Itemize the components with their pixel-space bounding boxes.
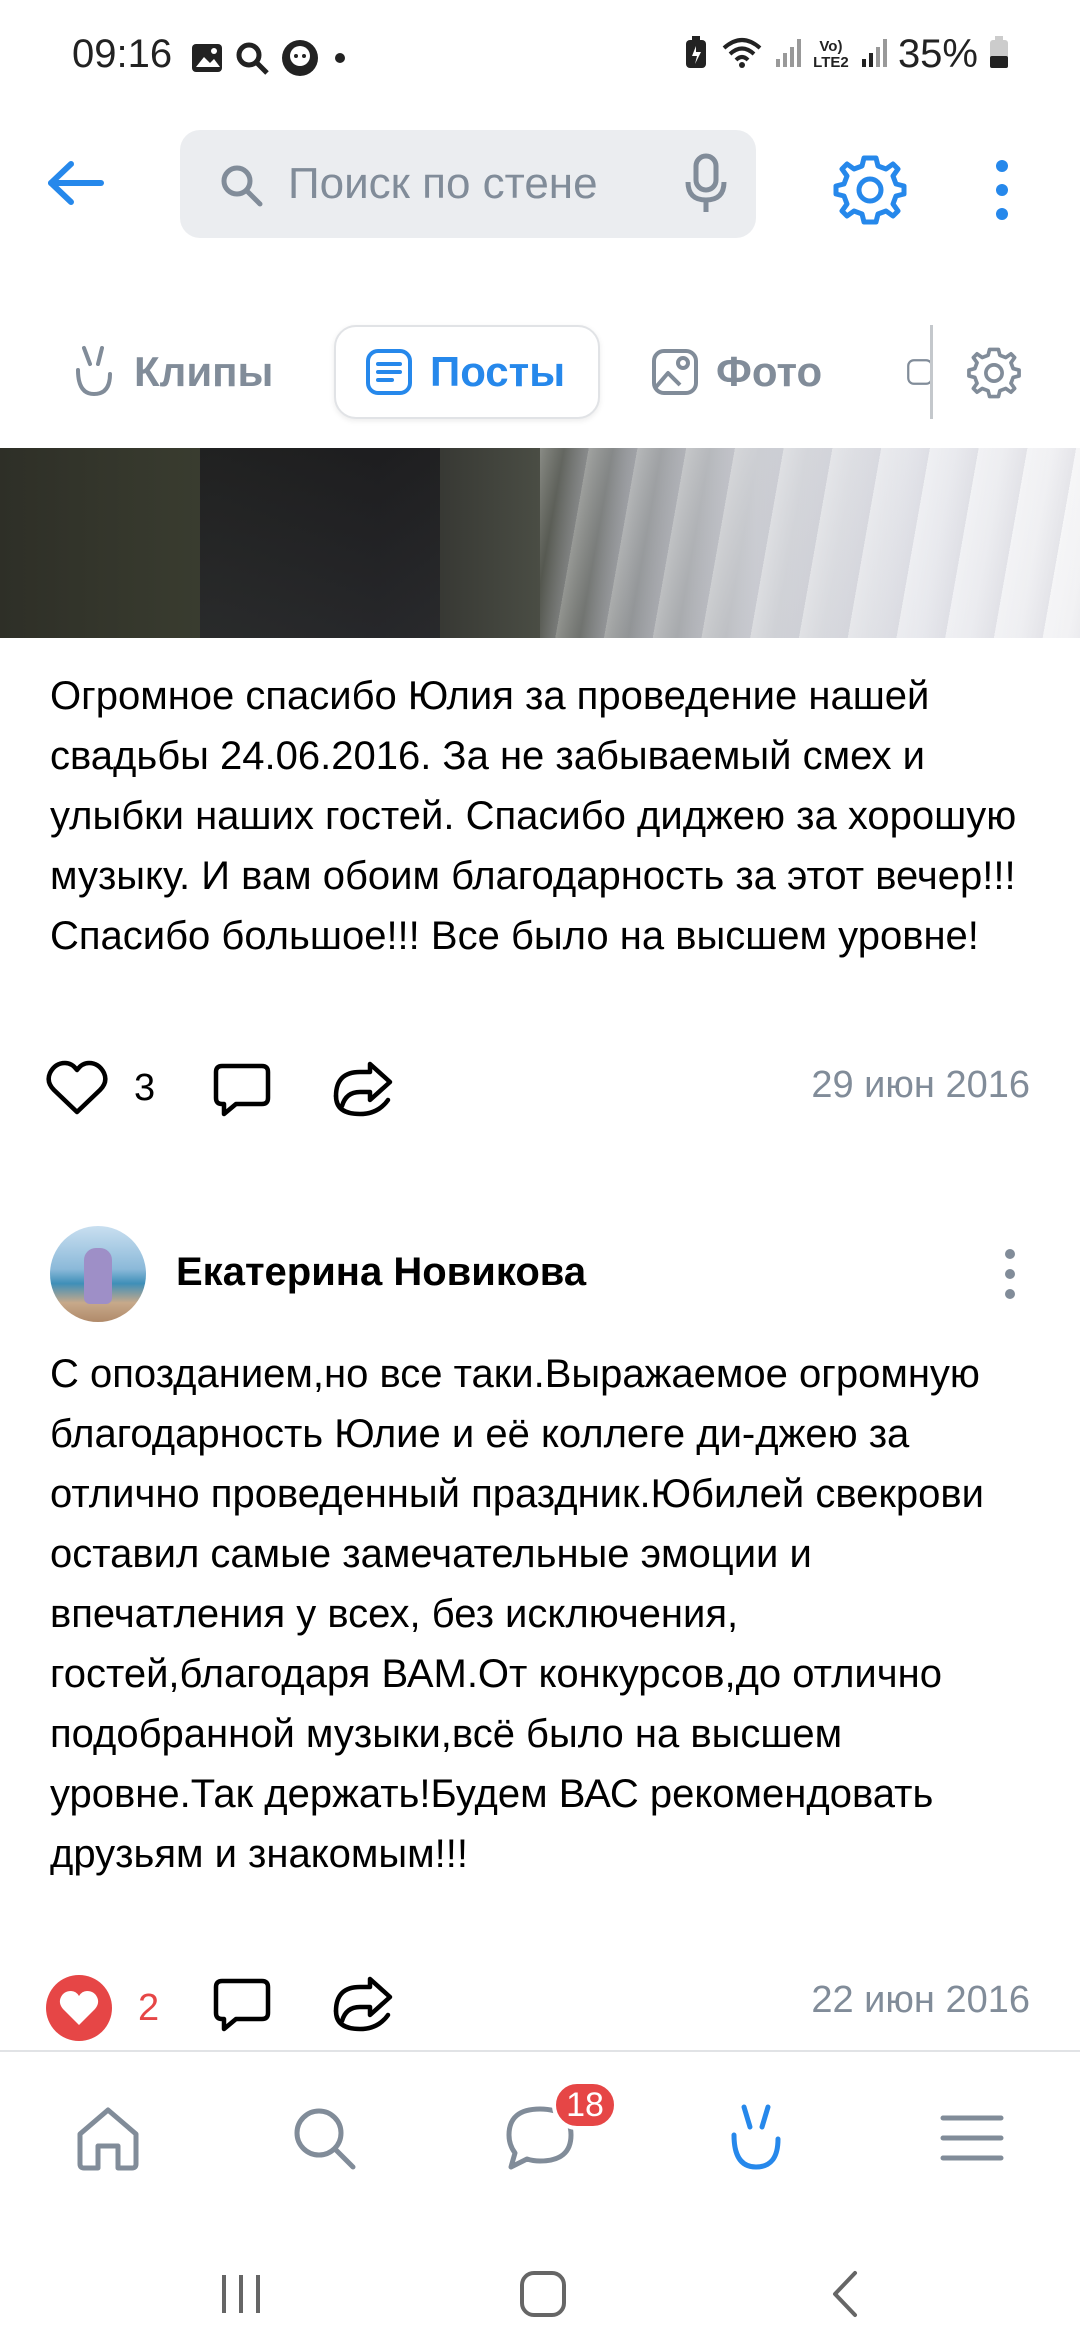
posts-icon [366, 349, 412, 395]
share-button[interactable] [330, 1060, 396, 1125]
status-notification-icons [190, 38, 350, 83]
bottom-navigation: 18 [0, 2050, 1080, 2240]
like-button[interactable]: 3 [46, 1060, 155, 1116]
recents-button[interactable] [196, 2264, 286, 2324]
system-back-button[interactable] [800, 2264, 890, 2324]
nav-menu[interactable] [932, 2098, 1012, 2178]
post-actions: 2 22 июн 2016 [0, 1965, 1080, 2045]
volte-label: Vo) LTE2 [813, 37, 849, 71]
battery-saver-icon [682, 34, 710, 75]
status-system-icons: Vo) LTE2 35% [682, 32, 1010, 77]
post-photo[interactable] [0, 448, 1080, 638]
dot-indicator-icon [330, 48, 350, 73]
clips-icon [731, 2104, 781, 2170]
recents-icon [222, 2275, 260, 2313]
like-count: 3 [134, 1066, 156, 1109]
heart-outline-icon [46, 1060, 108, 1115]
home-square-icon [520, 2271, 566, 2317]
tabs-settings-button[interactable] [960, 339, 1028, 407]
system-navigation-bar [0, 2240, 1080, 2340]
back-arrow-icon [48, 161, 104, 205]
status-time: 09:16 [72, 32, 173, 76]
back-button[interactable] [40, 148, 110, 218]
comment-icon [213, 1063, 271, 1117]
post-date: 22 июн 2016 [811, 1979, 1030, 2021]
post-author-header: Екатерина Новикова [50, 1226, 1030, 1322]
nav-clips[interactable] [716, 2098, 796, 2178]
gallery-notification-icon [190, 41, 224, 80]
tab-photo[interactable]: Фото [650, 325, 822, 419]
tab-clips-label: Клипы [134, 348, 274, 395]
post-actions: 3 29 июн 2016 [0, 1050, 1080, 1130]
heart-filled-icon [46, 1975, 112, 2041]
wifi-icon [720, 34, 764, 75]
post-date: 29 июн 2016 [811, 1064, 1030, 1106]
comment-button[interactable] [212, 1977, 272, 2038]
system-home-button[interactable] [498, 2264, 588, 2324]
messages-badge: 18 [552, 2080, 618, 2130]
content-tabs: Клипы Посты Фото [0, 325, 1080, 421]
top-bar [0, 128, 1080, 238]
nav-home[interactable] [68, 2098, 148, 2178]
tabs-divider [930, 325, 940, 419]
menu-icon [940, 2115, 1004, 2161]
share-icon [333, 1976, 393, 2032]
comment-button[interactable] [212, 1062, 272, 1123]
search-notification-icon [234, 40, 270, 81]
battery-percent: 35% [897, 32, 978, 76]
avatar[interactable] [50, 1226, 146, 1322]
more-options-button[interactable] [972, 150, 1032, 230]
tab-clips[interactable]: Клипы [70, 325, 273, 419]
tab-posts-label: Посты [430, 348, 566, 395]
signal-icon-1 [774, 35, 802, 74]
post-text: Огромное спасибо Юлия за проведение наше… [50, 674, 1017, 958]
share-icon [333, 1061, 393, 1117]
like-count: 2 [138, 1986, 160, 2029]
gear-icon [833, 155, 907, 225]
like-button[interactable]: 2 [46, 1975, 159, 2041]
wall-search-box[interactable] [180, 130, 756, 238]
vertical-dots-icon [1005, 1249, 1015, 1299]
status-bar: 09:16 Vo) LTE2 35% [0, 0, 1080, 118]
comment-icon [213, 1978, 271, 2032]
tab-posts[interactable]: Посты [334, 325, 600, 419]
nav-search[interactable] [284, 2098, 364, 2178]
post-text: С опозданием,но все таки.Выражаемое огро… [50, 1352, 984, 1876]
tab-photo-label: Фото [716, 348, 823, 395]
settings-button[interactable] [830, 150, 910, 230]
battery-icon [988, 34, 1010, 75]
share-button[interactable] [330, 1975, 396, 2040]
vertical-dots-icon [996, 160, 1008, 220]
chat-notification-icon [280, 38, 320, 83]
chevron-left-icon [833, 2271, 857, 2317]
post-more-button[interactable] [990, 1236, 1030, 1312]
clips-icon [76, 346, 112, 397]
signal-icon-2 [860, 35, 888, 74]
home-icon [77, 2107, 139, 2171]
search-icon [218, 162, 264, 213]
wall-search-input[interactable] [288, 156, 688, 212]
author-name[interactable]: Екатерина Новикова [176, 1250, 586, 1295]
photo-icon [652, 349, 698, 395]
gear-icon [967, 347, 1021, 399]
search-icon [294, 2108, 356, 2170]
microphone-icon[interactable] [684, 152, 728, 221]
